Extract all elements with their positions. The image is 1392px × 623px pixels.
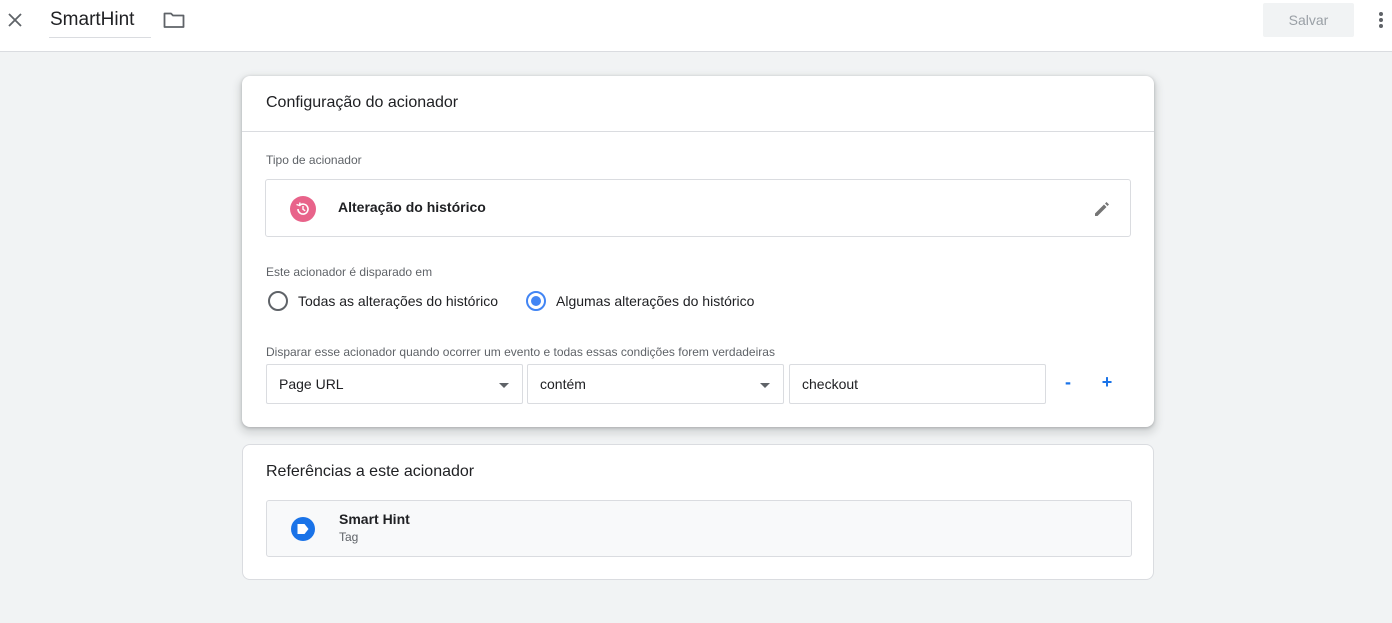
- top-bar: SmartHint Salvar: [0, 0, 1392, 52]
- card-title: Configuração do acionador: [266, 94, 459, 111]
- more-vert-icon: [1379, 12, 1383, 28]
- radio-label: Algumas alterações do histórico: [556, 293, 755, 309]
- reference-name: Smart Hint: [339, 511, 410, 527]
- radio-label: Todas as alterações do histórico: [298, 293, 498, 309]
- fires-on-label: Este acionador é disparado em: [266, 265, 433, 279]
- dropdown-arrow-icon: [760, 383, 770, 388]
- operator-select[interactable]: contém: [527, 364, 784, 404]
- dropdown-arrow-icon: [499, 383, 509, 388]
- reference-item[interactable]: Smart Hint Tag: [266, 500, 1132, 557]
- close-button[interactable]: [0, 4, 30, 36]
- references-card: Referências a este acionador Smart Hint …: [242, 444, 1154, 580]
- remove-condition-button[interactable]: -: [1056, 370, 1080, 394]
- references-title: Referências a este acionador: [266, 463, 475, 480]
- card-header: Configuração do acionador: [242, 76, 1154, 132]
- radio-some-history-changes[interactable]: Algumas alterações do histórico: [526, 289, 754, 313]
- operator-select-value: contém: [540, 376, 586, 392]
- reference-type: Tag: [339, 530, 359, 544]
- folder-icon: [163, 12, 185, 28]
- radio-dot: [531, 296, 541, 306]
- add-condition-button[interactable]: +: [1095, 370, 1119, 394]
- history-icon: [290, 196, 316, 222]
- trigger-name-input[interactable]: SmartHint: [49, 6, 151, 38]
- close-icon: [8, 13, 22, 27]
- save-button[interactable]: Salvar: [1263, 3, 1354, 37]
- radio-button-checked[interactable]: [526, 291, 546, 311]
- condition-label: Disparar esse acionador quando ocorrer u…: [266, 345, 775, 359]
- trigger-configuration-card: Configuração do acionador Tipo de aciona…: [242, 76, 1154, 427]
- more-options-button[interactable]: [1370, 6, 1392, 34]
- trigger-type-label: Tipo de acionador: [266, 153, 362, 167]
- radio-button[interactable]: [268, 291, 288, 311]
- condition-value-input[interactable]: [789, 364, 1046, 404]
- variable-select-value: Page URL: [279, 376, 344, 392]
- trigger-type-name: Alteração do histórico: [338, 199, 486, 215]
- trigger-type-selector[interactable]: Alteração do histórico: [265, 179, 1131, 237]
- pencil-icon[interactable]: [1090, 197, 1114, 221]
- tag-icon: [291, 517, 315, 541]
- folder-button[interactable]: [161, 6, 187, 34]
- variable-select[interactable]: Page URL: [266, 364, 523, 404]
- radio-all-history-changes[interactable]: Todas as alterações do histórico: [268, 289, 498, 313]
